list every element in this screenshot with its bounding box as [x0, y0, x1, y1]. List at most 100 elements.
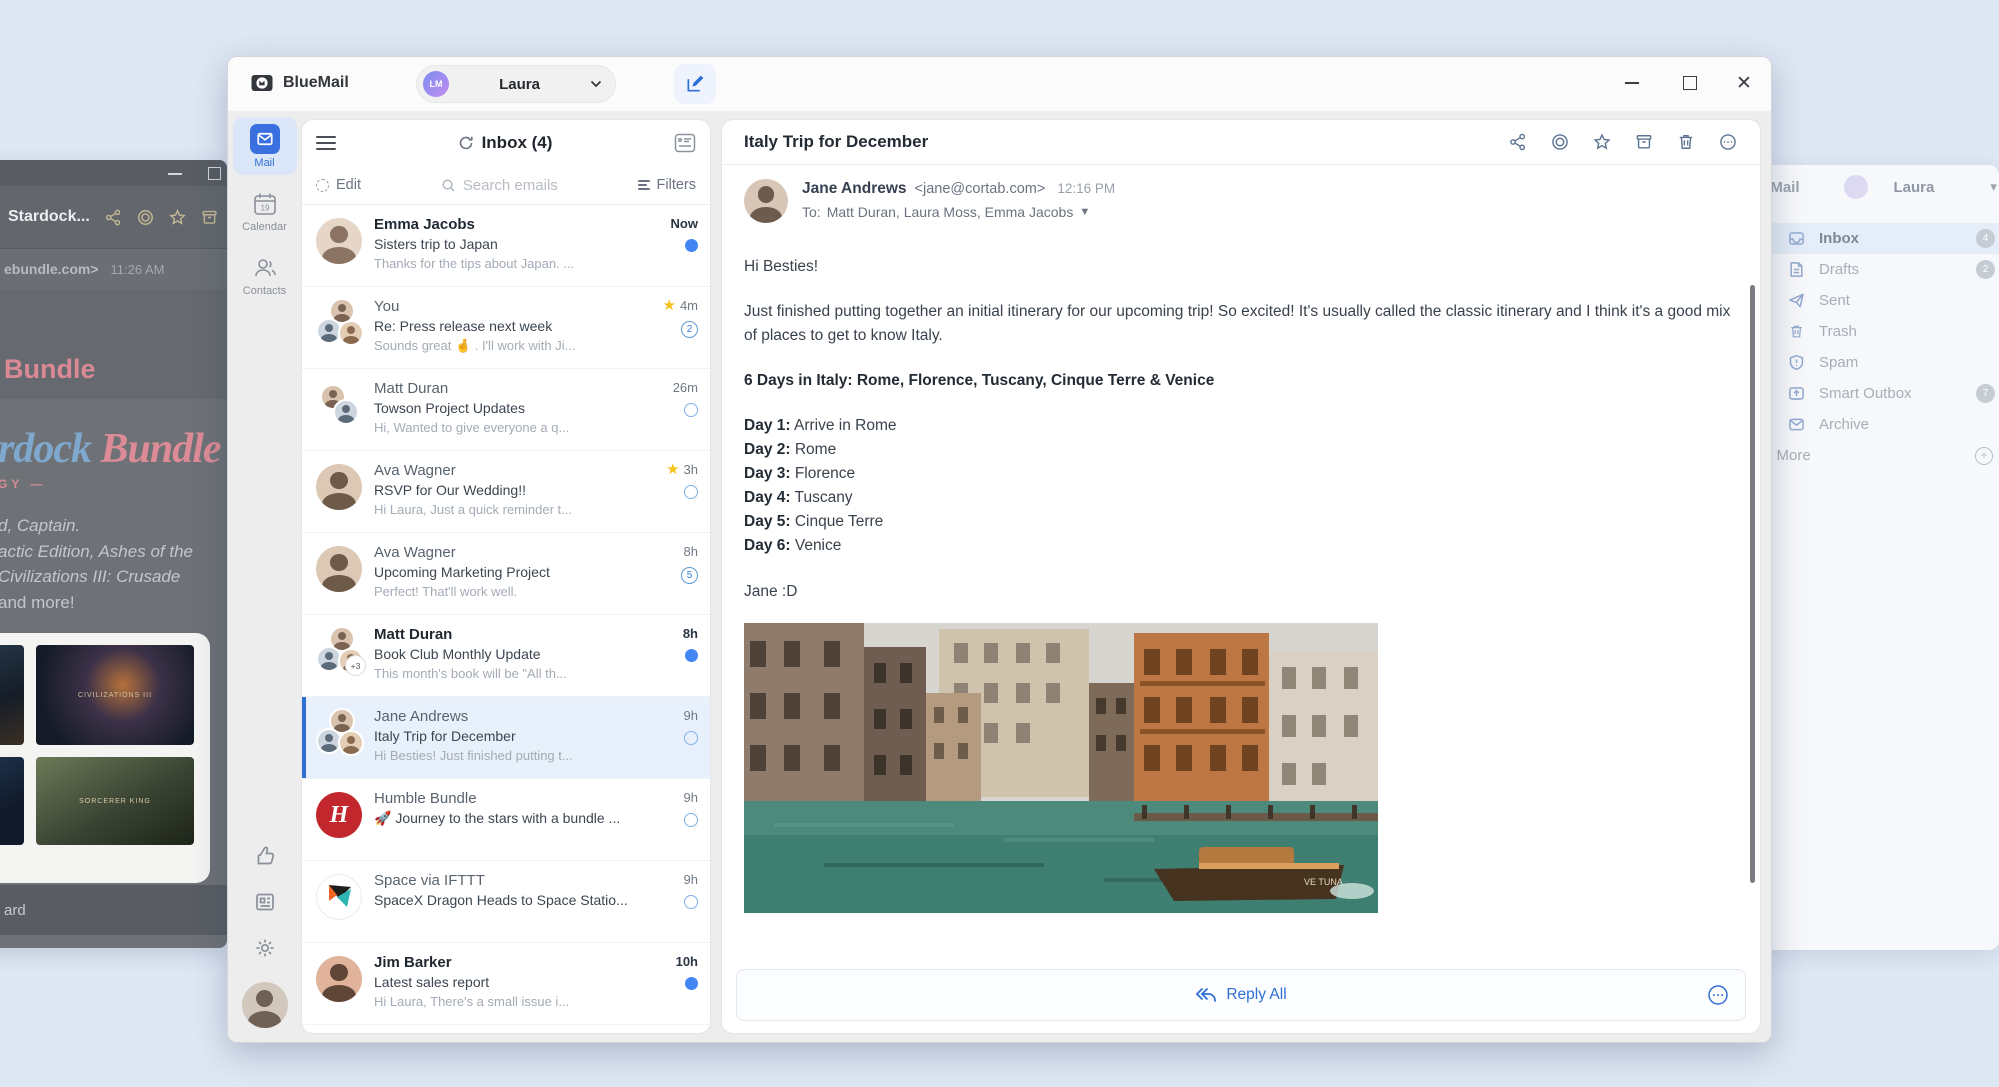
bg-account-name: Laura — [1894, 179, 1935, 196]
email-list-item[interactable]: Ava WagnerRSVP for Our Wedding!!Hi Laura… — [302, 451, 710, 533]
archive-icon — [1788, 416, 1805, 433]
archive-icon — [200, 208, 219, 227]
trash-icon — [1788, 323, 1805, 340]
reader-action-icons — [1508, 132, 1738, 152]
sender-email: <jane@cortab.com> — [915, 181, 1046, 197]
bg-email-subject: Stardock... — [8, 208, 90, 226]
compose-pencil-icon — [685, 74, 705, 94]
maximize-button[interactable] — [1676, 69, 1704, 97]
bg-footer-bar[interactable]: ard — [0, 885, 227, 935]
profile-avatar[interactable] — [242, 982, 288, 1028]
email-list-item[interactable]: YouRe: Press release next weekSounds gre… — [302, 287, 710, 369]
mail-icon — [250, 124, 280, 154]
bluemail-main-window: BlueMail LM Laura ✕ Mail — [227, 56, 1772, 1043]
chevron-down-icon[interactable]: ▼ — [1079, 206, 1090, 218]
email-time: 12:16 PM — [1057, 181, 1115, 196]
folder-badge: 4 — [1976, 229, 1995, 248]
sent-icon — [1788, 292, 1805, 309]
game-tile — [0, 757, 24, 845]
email-list-item[interactable]: Space via IFTTTSpaceX Dragon Heads to Sp… — [302, 861, 710, 943]
search-input[interactable]: Search emails — [361, 177, 638, 194]
read-toggle-icon[interactable] — [684, 813, 698, 827]
email-list-item[interactable]: Jim BarkerLatest sales reportHi Laura, T… — [302, 943, 710, 1025]
layout-toggle-icon[interactable] — [674, 133, 696, 153]
read-toggle-icon[interactable] — [684, 403, 698, 417]
chevron-down-icon — [590, 80, 602, 88]
filters-button[interactable]: Filters — [638, 177, 696, 193]
unread-dot — [685, 649, 698, 662]
star-icon[interactable]: ★ — [666, 462, 679, 477]
status-circle-icon — [136, 208, 155, 227]
group-avatar — [316, 382, 362, 428]
email-list-item[interactable]: Jane AndrewsItaly Trip for DecemberHi Be… — [302, 697, 710, 779]
humble-bundle-logo: H — [316, 792, 362, 838]
unread-dot — [685, 977, 698, 990]
bg-footer-label: ard — [4, 902, 26, 919]
edit-button[interactable]: Edit — [316, 177, 361, 193]
add-folder-icon[interactable]: + — [1975, 447, 1993, 465]
close-button[interactable]: ✕ — [1730, 69, 1758, 97]
spam-icon — [1788, 354, 1805, 371]
folder-badge: 2 — [1976, 260, 1995, 279]
bg-action-icons[interactable] — [104, 208, 227, 227]
bg-body-text: d, Captain.actic Edition, Ashes of theCi… — [0, 513, 221, 615]
star-icon — [168, 208, 187, 227]
game-tile: ZOL — [0, 645, 24, 745]
reply-options-icon[interactable] — [1707, 984, 1729, 1006]
signoff: Jane :D — [744, 580, 1738, 603]
rail-item-calendar[interactable]: 19 Calendar — [233, 183, 297, 239]
avatar — [316, 956, 362, 1002]
compose-button[interactable] — [674, 64, 716, 104]
list-title: Inbox (4) — [482, 133, 553, 153]
itinerary-days: Day 1: Arrive in RomeDay 2: RomeDay 3: F… — [744, 414, 1738, 558]
email-list-item[interactable]: +3Matt DuranBook Club Monthly UpdateThis… — [302, 615, 710, 697]
settings-gear-icon[interactable] — [253, 936, 277, 960]
read-toggle-icon[interactable] — [684, 485, 698, 499]
email-list-panel: Inbox (4) Edit Search emails — [301, 119, 711, 1034]
more-ellipsis-icon[interactable] — [1718, 132, 1738, 152]
chevron-down-icon[interactable]: ▾ — [1990, 179, 1997, 195]
refresh-icon[interactable] — [458, 135, 474, 151]
reply-all-button[interactable]: Reply All — [736, 969, 1746, 1021]
sender-avatar — [744, 179, 788, 223]
thumbs-up-icon[interactable] — [253, 844, 277, 868]
rail-item-contacts[interactable]: Contacts — [233, 247, 297, 303]
game-tile: CIVILIZATIONS III — [36, 645, 194, 745]
itinerary-heading: 6 Days in Italy: Rome, Florence, Tuscany… — [744, 369, 1738, 392]
avatar — [316, 464, 362, 510]
archive-icon[interactable] — [1634, 132, 1654, 152]
email-list-item[interactable]: Emma JacobsSisters trip to JapanThanks f… — [302, 205, 710, 287]
rail-item-mail[interactable]: Mail — [233, 117, 297, 175]
email-list-item[interactable]: Ava WagnerUpcoming Marketing ProjectPerf… — [302, 533, 710, 615]
recipients-line[interactable]: To: Matt Duran, Laura Moss, Emma Jacobs … — [802, 204, 1115, 220]
email-list-item[interactable]: HHumble Bundle🚀 Journey to the stars wit… — [302, 779, 710, 861]
app-brand-name: BlueMail — [283, 74, 349, 92]
star-icon[interactable] — [1592, 132, 1612, 152]
email-list-item[interactable]: Matt DuranTowson Project UpdatesHi, Want… — [302, 369, 710, 451]
status-circle-icon[interactable] — [1550, 132, 1570, 152]
minimize-button[interactable] — [1618, 69, 1646, 97]
unread-dot — [685, 239, 698, 252]
menu-icon[interactable] — [316, 136, 336, 150]
thread-count-badge: 5 — [681, 567, 698, 584]
email-rows: Emma JacobsSisters trip to JapanThanks f… — [302, 205, 710, 1033]
outbox-icon — [1788, 385, 1805, 402]
bg-game-tiles-card: ZOLCIVILIZATIONS IIISORCERER KING — [0, 633, 210, 883]
scrollbar-thumb[interactable] — [1750, 285, 1755, 883]
stardock-bundle-logo: rdock Bundle — [0, 425, 221, 473]
maximize-icon[interactable] — [208, 167, 221, 180]
account-switcher[interactable]: LM Laura — [416, 65, 616, 103]
star-icon[interactable]: ★ — [662, 298, 675, 313]
news-feed-icon[interactable] — [253, 890, 277, 914]
background-window-stardock[interactable]: Stardock... ebundle.com> 11:26 AM Bundle… — [0, 160, 227, 948]
ifttt-space-logo — [316, 874, 362, 920]
minimize-icon[interactable] — [168, 173, 182, 175]
select-circle-icon — [316, 179, 329, 192]
read-toggle-icon[interactable] — [684, 895, 698, 909]
venice-canal-photo: VE TUNA — [744, 623, 1378, 913]
share-icon[interactable] — [1508, 132, 1528, 152]
read-toggle-icon[interactable] — [684, 731, 698, 745]
reply-all-icon — [1195, 987, 1217, 1003]
trash-icon[interactable] — [1676, 132, 1696, 152]
avatar — [1844, 175, 1868, 199]
